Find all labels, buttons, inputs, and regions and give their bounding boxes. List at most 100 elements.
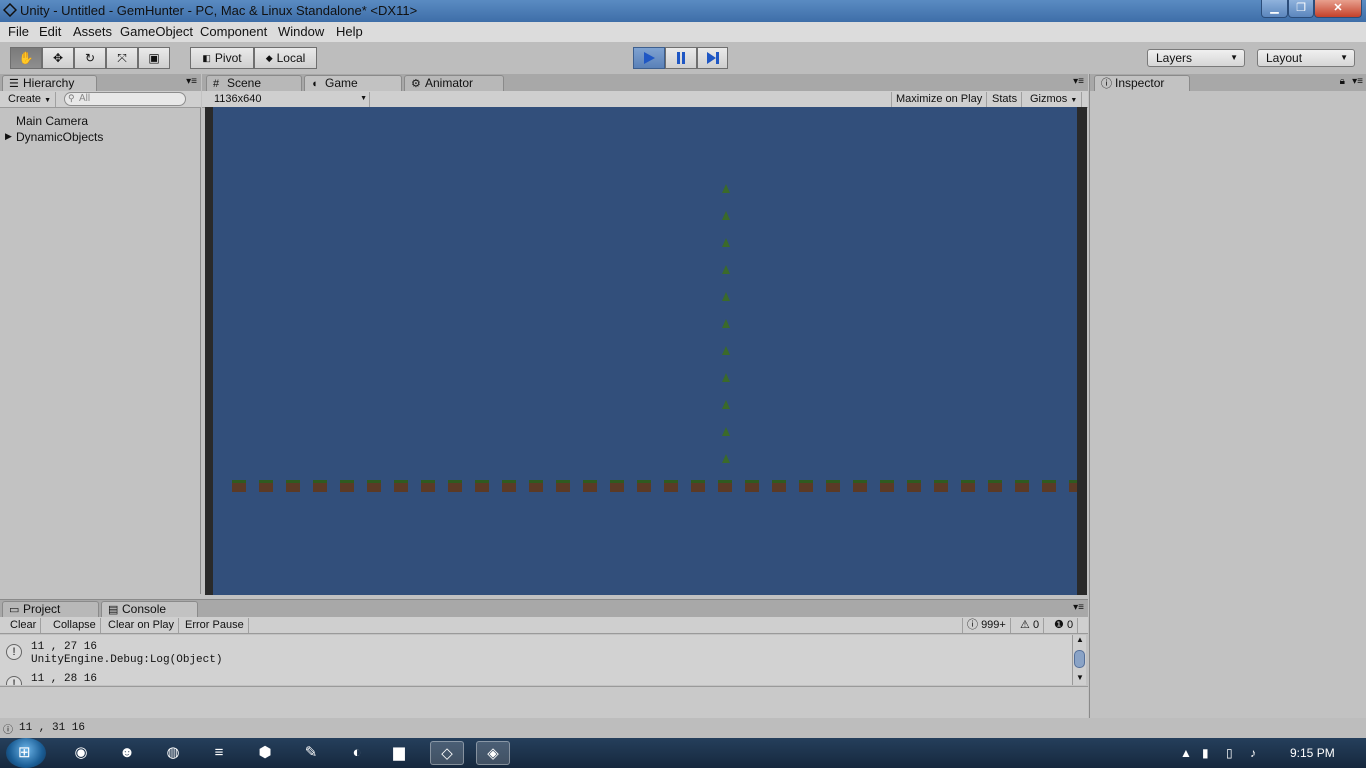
battery-icon[interactable]: ▯	[1226, 746, 1233, 760]
tab-game[interactable]: ◖ Game	[304, 75, 402, 91]
pivot-group: ◧ Pivot ◆ Local	[190, 47, 317, 69]
menu-component[interactable]: Component	[200, 24, 267, 39]
chevron-down-icon: ▼	[44, 97, 52, 104]
log-entry-stack[interactable]: UnityEngine.Debug:Log(Object)	[31, 654, 222, 666]
step-button[interactable]	[697, 47, 728, 69]
ground-tile	[772, 480, 786, 492]
menu-window[interactable]: Window	[278, 24, 324, 39]
status-text[interactable]: 11 , 31 16	[19, 722, 85, 734]
move-icon: ✥	[52, 51, 64, 65]
volume-icon[interactable]: ♪	[1250, 746, 1256, 760]
chevron-down-icon: ▼	[360, 95, 367, 102]
close-button[interactable]: ✕	[1314, 0, 1362, 18]
start-button[interactable]: ⊞	[6, 738, 46, 768]
clock[interactable]: 9:15 PM	[1290, 746, 1335, 760]
game-view[interactable]	[205, 107, 1087, 595]
clear-on-play-toggle[interactable]: Clear on Play	[104, 618, 180, 633]
resolution-dropdown[interactable]: 1136x640 ▼	[210, 92, 370, 107]
windows-icon: ⊞	[18, 744, 31, 761]
stats-toggle[interactable]: Stats	[988, 92, 1023, 107]
pivot-button[interactable]: ◧ Pivot	[190, 47, 254, 69]
tab-hierarchy[interactable]: ☰ Hierarchy	[2, 75, 97, 91]
pivot-icon: ◧	[202, 52, 211, 63]
tab-console-label: Console	[122, 602, 167, 616]
hierarchy-item-dynamicobjects[interactable]: DynamicObjects	[16, 130, 103, 144]
layout-dropdown[interactable]: Layout ▼	[1257, 49, 1355, 67]
gizmos-toggle[interactable]: Gizmos ▼	[1026, 92, 1083, 107]
menu-assets[interactable]: Assets	[73, 24, 112, 39]
unity-taskbar-icon[interactable]: ◈	[476, 741, 510, 765]
console-detail-area[interactable]	[0, 686, 1088, 719]
game-canvas[interactable]	[213, 107, 1077, 595]
ground-tile	[880, 480, 894, 492]
menu-file[interactable]: File	[8, 24, 29, 39]
ground-tile	[340, 480, 354, 492]
log-filter-toggle[interactable]: ⓘ 999+	[962, 618, 1011, 633]
tab-project[interactable]: ▭ Project	[2, 601, 99, 617]
firefox-icon[interactable]: ◐	[340, 741, 374, 765]
virtualbox-icon[interactable]: ⬢	[248, 741, 282, 765]
rect-icon: ▣	[148, 51, 160, 65]
pause-button[interactable]	[665, 47, 697, 69]
lock-icon[interactable]: 🔒︎	[1340, 76, 1345, 87]
notepad-icon[interactable]: ✎	[294, 741, 328, 765]
scroll-up-icon[interactable]: ▲	[1076, 635, 1084, 644]
blender-icon[interactable]: ◉	[64, 741, 98, 765]
scroll-thumb[interactable]	[1074, 650, 1085, 668]
panel-menu-icon[interactable]: ▾≡	[186, 76, 197, 87]
console-log-list[interactable]: ! 11 , 27 16 UnityEngine.Debug:Log(Objec…	[0, 635, 1072, 685]
ground-tile	[529, 480, 543, 492]
tab-animator[interactable]: ⚙ Animator	[404, 75, 504, 91]
console-scrollbar[interactable]: ▲ ▼	[1072, 635, 1086, 685]
app-icon[interactable]: ≡	[202, 741, 236, 765]
log-entry-text[interactable]: 11 , 28 16	[31, 673, 97, 685]
error-count: 0	[1066, 619, 1074, 631]
hierarchy-search-input[interactable]: All	[64, 92, 186, 106]
minimize-button[interactable]: ▁	[1261, 0, 1288, 18]
tab-inspector[interactable]: ⓘ Inspector	[1094, 75, 1190, 91]
scroll-down-icon[interactable]: ▼	[1076, 673, 1084, 682]
gimp-icon[interactable]: ☻	[110, 741, 144, 765]
maximize-on-play-toggle[interactable]: Maximize on Play	[891, 92, 988, 107]
menu-edit[interactable]: Edit	[39, 24, 61, 39]
expand-arrow-icon[interactable]: ▶	[5, 131, 12, 142]
hand-tool-button[interactable]: ✋	[10, 47, 42, 69]
move-tool-button[interactable]: ✥	[42, 47, 74, 69]
pacman-icon: ◖	[311, 78, 318, 90]
log-entry-text[interactable]: 11 , 27 16	[31, 641, 97, 653]
maximize-button[interactable]: ❐	[1288, 0, 1314, 18]
tab-console[interactable]: ▤ Console	[101, 601, 198, 617]
create-button[interactable]: Create ▼	[4, 92, 57, 107]
menu-help[interactable]: Help	[336, 24, 363, 39]
chrome-icon[interactable]: ◍	[156, 741, 190, 765]
clear-button[interactable]: Clear	[6, 618, 42, 633]
play-button[interactable]	[633, 47, 665, 69]
unity-taskbar-icon[interactable]: ◇	[430, 741, 464, 765]
hierarchy-item-main-camera[interactable]: Main Camera	[16, 114, 88, 128]
collapse-button[interactable]: Collapse	[49, 618, 101, 633]
rotate-tool-button[interactable]: ↻	[74, 47, 106, 69]
tab-hierarchy-label: Hierarchy	[23, 76, 75, 90]
panel-menu-icon[interactable]: ▾≡	[1352, 76, 1363, 87]
error-pause-toggle[interactable]: Error Pause	[181, 618, 249, 633]
ground-tile	[448, 480, 462, 492]
console-toolbar: Clear Collapse Clear on Play Error Pause…	[0, 617, 1088, 634]
chevron-down-icon: ▼	[1340, 53, 1348, 62]
rect-tool-button[interactable]: ▣	[138, 47, 170, 69]
show-hidden-icons-icon[interactable]: ▲	[1180, 746, 1192, 760]
explorer-icon[interactable]: ▆	[382, 741, 416, 765]
panel-menu-icon[interactable]: ▾≡	[1073, 602, 1084, 613]
tab-scene[interactable]: # Scene	[206, 75, 302, 91]
ground-tile	[556, 480, 570, 492]
menu-gameobject[interactable]: GameObject	[120, 24, 193, 39]
signal-icon[interactable]: ▮	[1202, 746, 1209, 760]
panel-menu-icon[interactable]: ▾≡	[1073, 76, 1084, 87]
ground-tile	[259, 480, 273, 492]
layers-dropdown[interactable]: Layers ▼	[1147, 49, 1245, 67]
local-button[interactable]: ◆ Local	[254, 47, 317, 69]
scale-tool-button[interactable]: ⤧	[106, 47, 138, 69]
ground-tile	[421, 480, 435, 492]
gem-sprite	[722, 238, 730, 247]
error-filter-toggle[interactable]: ❶ 0	[1050, 618, 1079, 633]
warning-filter-toggle[interactable]: ⚠ 0	[1016, 618, 1045, 633]
